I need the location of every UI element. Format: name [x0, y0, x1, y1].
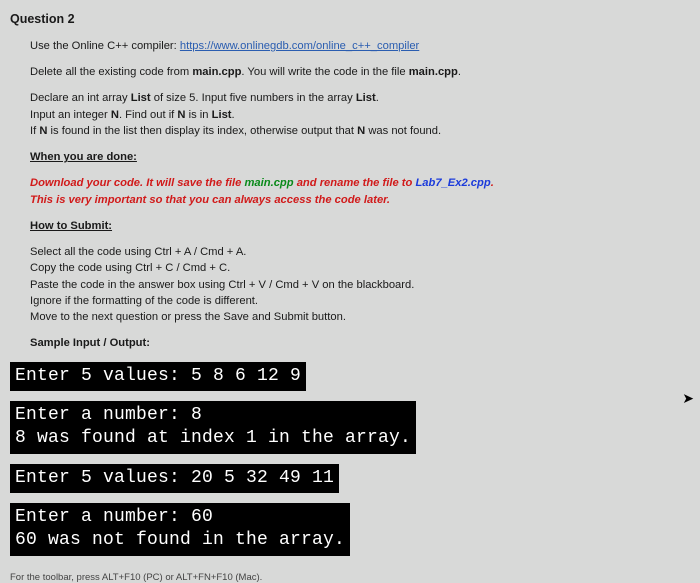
- t1a: Declare an int array: [30, 92, 131, 104]
- download-block: Download your code. It will save the fil…: [30, 175, 690, 207]
- terminal-block-1: Enter 5 values: 5 8 6 12 9: [10, 362, 306, 391]
- t4-line1: Enter a number: 60: [15, 507, 213, 527]
- t1c: of size 5. Input five numbers in the arr…: [151, 92, 356, 104]
- terminal-samples: Enter 5 values: 5 8 6 12 9 Enter a numbe…: [10, 362, 690, 566]
- t2f: List: [212, 109, 232, 121]
- dl-important: This is very important so that you can a…: [30, 194, 390, 206]
- delete-a: Delete all the existing code from: [30, 66, 192, 78]
- s5: Move to the next question or press the S…: [30, 311, 346, 323]
- done-header: When you are done:: [30, 149, 690, 165]
- t3e: was not found.: [365, 125, 441, 137]
- s4: Ignore if the formatting of the code is …: [30, 295, 258, 307]
- terminal-block-3: Enter 5 values: 20 5 32 49 11: [10, 464, 339, 493]
- t2-line1: Enter a number: 8: [15, 405, 202, 425]
- t4-line2: 60 was not found in the array.: [15, 530, 345, 550]
- dl-f2: Lab7_Ex2.cpp: [415, 177, 490, 189]
- maincpp-1: main.cpp: [192, 66, 241, 78]
- dl-c: .: [491, 177, 494, 189]
- compiler-link[interactable]: https://www.onlinegdb.com/online_c++_com…: [180, 40, 419, 52]
- delete-line: Delete all the existing code from main.c…: [30, 64, 690, 80]
- t3a: If: [30, 125, 39, 137]
- delete-c: .: [458, 66, 461, 78]
- question-title: Question 2: [10, 12, 690, 26]
- s1: Select all the code using Ctrl + A / Cmd…: [30, 246, 246, 258]
- dl-a: Download your code. It will save the fil…: [30, 177, 244, 189]
- toolbar-footer: For the toolbar, press ALT+F10 (PC) or A…: [10, 572, 690, 583]
- t2g: .: [232, 109, 235, 121]
- t2-line2: 8 was found at index 1 in the array.: [15, 428, 411, 448]
- t2a: Input an integer: [30, 109, 111, 121]
- intro-compiler-line: Use the Online C++ compiler: https://www…: [30, 38, 690, 54]
- t3c: is found in the list then display its in…: [47, 125, 357, 137]
- task-block: Declare an int array List of size 5. Inp…: [30, 90, 690, 139]
- submit-header-text: How to Submit:: [30, 220, 112, 232]
- s3: Paste the code in the answer box using C…: [30, 279, 414, 291]
- submit-steps: Select all the code using Ctrl + A / Cmd…: [30, 244, 690, 325]
- dl-b: and rename the file to: [294, 177, 416, 189]
- cursor-icon: ➤: [682, 390, 694, 407]
- t3d: N: [357, 125, 365, 137]
- t1d: List: [356, 92, 376, 104]
- dl-f1: main.cpp: [244, 177, 293, 189]
- question-body: Use the Online C++ compiler: https://www…: [10, 38, 690, 583]
- terminal-block-2: Enter a number: 8 8 was found at index 1…: [10, 401, 416, 454]
- s2: Copy the code using Ctrl + C / Cmd + C.: [30, 262, 230, 274]
- terminal-block-4: Enter a number: 60 60 was not found in t…: [10, 503, 350, 556]
- sample-header: Sample Input / Output:: [30, 335, 690, 351]
- t1e: .: [376, 92, 379, 104]
- delete-b: . You will write the code in the file: [241, 66, 408, 78]
- done-header-text: When you are done:: [30, 151, 137, 163]
- maincpp-2: main.cpp: [409, 66, 458, 78]
- intro-prefix: Use the Online C++ compiler:: [30, 40, 180, 52]
- t2d: N: [177, 109, 185, 121]
- t2c: . Find out if: [119, 109, 177, 121]
- t2e: is in: [186, 109, 212, 121]
- t2b: N: [111, 109, 119, 121]
- submit-header: How to Submit:: [30, 218, 690, 234]
- t1b: List: [131, 92, 151, 104]
